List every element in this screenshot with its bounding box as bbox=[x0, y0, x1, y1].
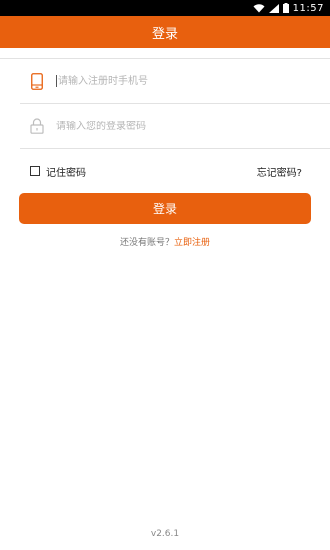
app-bar: 登录 bbox=[0, 16, 330, 48]
password-field-row bbox=[20, 104, 330, 149]
register-link[interactable]: 立即注册 bbox=[174, 238, 210, 248]
remember-label: 记住密码 bbox=[46, 167, 86, 179]
signal-icon bbox=[268, 3, 279, 13]
phone-icon bbox=[28, 72, 46, 90]
battery-icon bbox=[282, 3, 289, 13]
login-options: 记住密码 忘记密码? bbox=[0, 160, 330, 182]
app-version: v2.6.1 bbox=[150, 529, 180, 539]
remember-password[interactable]: 记住密码 bbox=[30, 164, 86, 179]
wifi-icon bbox=[253, 3, 265, 13]
register-prompt: 还没有账号？立即注册 bbox=[0, 235, 330, 248]
password-input[interactable] bbox=[56, 120, 296, 132]
lock-icon bbox=[28, 117, 46, 135]
phone-input[interactable] bbox=[56, 75, 298, 87]
login-screen: 11:57 登录 请输入注册时手机号 记住密码 忘记密码? 登录 还没有账号？立… bbox=[0, 0, 330, 550]
login-button[interactable]: 登录 bbox=[19, 193, 311, 224]
forgot-password-link[interactable]: 忘记密码? bbox=[257, 164, 302, 179]
status-bar: 11:57 bbox=[0, 0, 330, 16]
remember-checkbox[interactable] bbox=[30, 166, 40, 176]
status-time: 11:57 bbox=[292, 2, 324, 14]
phone-field-row bbox=[20, 59, 330, 104]
login-form bbox=[0, 58, 330, 149]
register-prompt-text: 还没有账号？ bbox=[119, 238, 174, 248]
page-title: 登录 bbox=[151, 26, 178, 42]
